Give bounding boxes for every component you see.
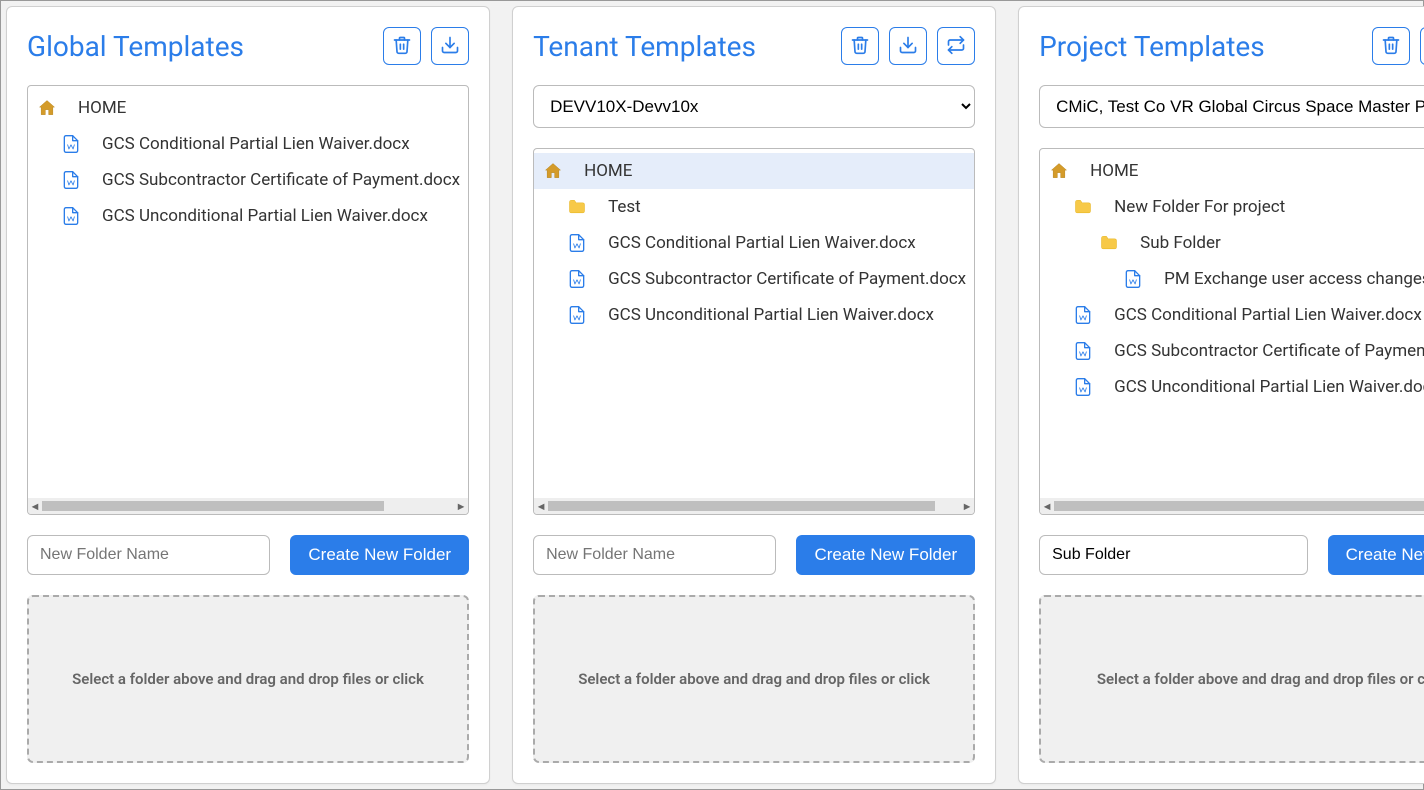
- new-folder-input[interactable]: [1039, 535, 1308, 575]
- download-button[interactable]: [889, 27, 927, 65]
- home-icon: [542, 161, 564, 181]
- scroll-thumb[interactable]: [548, 501, 935, 511]
- global-templates-panel: Global Templates HOME GCS Conditional Pa…: [6, 6, 490, 784]
- file-label: GCS Subcontractor Certificate of Payment…: [1114, 341, 1424, 361]
- word-doc-icon: [566, 269, 588, 289]
- tree-file-row[interactable]: GCS Conditional Partial Lien Waiver.docx: [28, 126, 468, 162]
- word-doc-icon: [60, 134, 82, 154]
- project-templates-panel: Project Templates CMiC, Test Co VR Globa…: [1018, 6, 1424, 784]
- tree-file-row[interactable]: GCS Unconditional Partial Lien Waiver.do…: [28, 198, 468, 234]
- panel-title: Project Templates: [1039, 30, 1265, 63]
- tree-file-row[interactable]: GCS Subcontractor Certificate of Payment…: [1040, 333, 1424, 369]
- file-dropzone[interactable]: Select a folder above and drag and drop …: [1039, 595, 1424, 763]
- word-doc-icon: [566, 305, 588, 325]
- sync-icon: [946, 35, 966, 58]
- file-label: GCS Unconditional Partial Lien Waiver.do…: [102, 206, 428, 226]
- tree-file-row[interactable]: GCS Subcontractor Certificate of Payment…: [534, 261, 974, 297]
- file-label: GCS Conditional Partial Lien Waiver.docx: [102, 134, 410, 154]
- scroll-thumb[interactable]: [42, 501, 384, 511]
- scroll-right-icon: ►: [454, 500, 468, 513]
- word-doc-icon: [1072, 341, 1094, 361]
- create-folder-button[interactable]: Create New Folder: [290, 535, 469, 575]
- horizontal-scrollbar[interactable]: ◄ ►: [534, 498, 974, 514]
- tree-folder-row[interactable]: Test: [534, 189, 974, 225]
- tree-file-row[interactable]: GCS Conditional Partial Lien Waiver.docx: [1040, 297, 1424, 333]
- scroll-thumb[interactable]: [1054, 501, 1424, 511]
- tree-file-row[interactable]: GCS Conditional Partial Lien Waiver.docx: [534, 225, 974, 261]
- tree-folder-row[interactable]: New Folder For project: [1040, 189, 1424, 225]
- file-label: GCS Subcontractor Certificate of Payment…: [608, 269, 966, 289]
- home-label: HOME: [584, 161, 632, 181]
- file-label: GCS Unconditional Partial Lien Waiver.do…: [608, 305, 934, 325]
- download-button[interactable]: [1420, 27, 1424, 65]
- word-doc-icon: [566, 233, 588, 253]
- word-doc-icon: [60, 206, 82, 226]
- folder-icon: [1098, 233, 1120, 253]
- home-label: HOME: [78, 98, 126, 118]
- home-label: HOME: [1090, 161, 1138, 181]
- scroll-left-icon: ◄: [28, 500, 42, 513]
- tree-file-row[interactable]: PM Exchange user access changes (1).docx: [1040, 261, 1424, 297]
- trash-icon: [1381, 35, 1401, 58]
- tenant-templates-panel: Tenant Templates DEVV10X-Devv10x HOME Te…: [512, 6, 996, 784]
- delete-button[interactable]: [383, 27, 421, 65]
- download-icon: [440, 35, 460, 58]
- file-label: GCS Conditional Partial Lien Waiver.docx: [1114, 305, 1422, 325]
- horizontal-scrollbar[interactable]: ◄ ►: [28, 498, 468, 514]
- scroll-left-icon: ◄: [1040, 500, 1054, 513]
- folder-label: Test: [608, 197, 641, 217]
- file-label: GCS Subcontractor Certificate of Payment…: [102, 170, 460, 190]
- file-label: PM Exchange user access changes (1).docx: [1164, 269, 1424, 289]
- horizontal-scrollbar[interactable]: ◄ ►: [1040, 498, 1424, 514]
- panel-title: Tenant Templates: [533, 30, 756, 63]
- tree-file-row[interactable]: GCS Subcontractor Certificate of Payment…: [28, 162, 468, 198]
- download-icon: [898, 35, 918, 58]
- create-folder-button[interactable]: Create New Folder: [1328, 535, 1424, 575]
- scroll-right-icon: ►: [960, 500, 974, 513]
- trash-icon: [850, 35, 870, 58]
- folder-label: Sub Folder: [1140, 233, 1221, 253]
- download-button[interactable]: [431, 27, 469, 65]
- word-doc-icon: [1072, 305, 1094, 325]
- file-tree: HOME New Folder For project Sub Folder P…: [1039, 148, 1424, 515]
- file-label: GCS Conditional Partial Lien Waiver.docx: [608, 233, 916, 253]
- file-tree: HOME Test GCS Conditional Partial Lien W…: [533, 148, 975, 515]
- new-folder-input[interactable]: [27, 535, 270, 575]
- folder-icon: [566, 197, 588, 217]
- delete-button[interactable]: [841, 27, 879, 65]
- file-dropzone[interactable]: Select a folder above and drag and drop …: [27, 595, 469, 763]
- home-icon: [36, 98, 58, 118]
- new-folder-input[interactable]: [533, 535, 776, 575]
- word-doc-icon: [1072, 377, 1094, 397]
- dropzone-text: Select a folder above and drag and drop …: [578, 670, 930, 688]
- tree-home-row[interactable]: HOME: [28, 90, 468, 126]
- folder-label: New Folder For project: [1114, 197, 1285, 217]
- tree-folder-row[interactable]: Sub Folder: [1040, 225, 1424, 261]
- word-doc-icon: [60, 170, 82, 190]
- folder-icon: [1072, 197, 1094, 217]
- tree-file-row[interactable]: GCS Unconditional Partial Lien Waiver.do…: [534, 297, 974, 333]
- tree-home-row[interactable]: HOME: [534, 153, 974, 189]
- word-doc-icon: [1122, 269, 1144, 289]
- sync-button[interactable]: [937, 27, 975, 65]
- dropzone-text: Select a folder above and drag and drop …: [72, 670, 424, 688]
- tree-home-row[interactable]: HOME: [1040, 153, 1424, 189]
- create-folder-button[interactable]: Create New Folder: [796, 535, 975, 575]
- home-icon: [1048, 161, 1070, 181]
- tenant-selector[interactable]: DEVV10X-Devv10x: [533, 85, 975, 128]
- delete-button[interactable]: [1372, 27, 1410, 65]
- project-selector[interactable]: CMiC, Test Co VR Global Circus Space Mas…: [1039, 85, 1424, 128]
- dropzone-text: Select a folder above and drag and drop …: [1097, 670, 1424, 688]
- panel-title: Global Templates: [27, 30, 244, 63]
- tree-file-row[interactable]: GCS Unconditional Partial Lien Waiver.do…: [1040, 369, 1424, 405]
- file-label: GCS Unconditional Partial Lien Waiver.do…: [1114, 377, 1424, 397]
- trash-icon: [392, 35, 412, 58]
- scroll-left-icon: ◄: [534, 500, 548, 513]
- file-dropzone[interactable]: Select a folder above and drag and drop …: [533, 595, 975, 763]
- file-tree: HOME GCS Conditional Partial Lien Waiver…: [27, 85, 469, 515]
